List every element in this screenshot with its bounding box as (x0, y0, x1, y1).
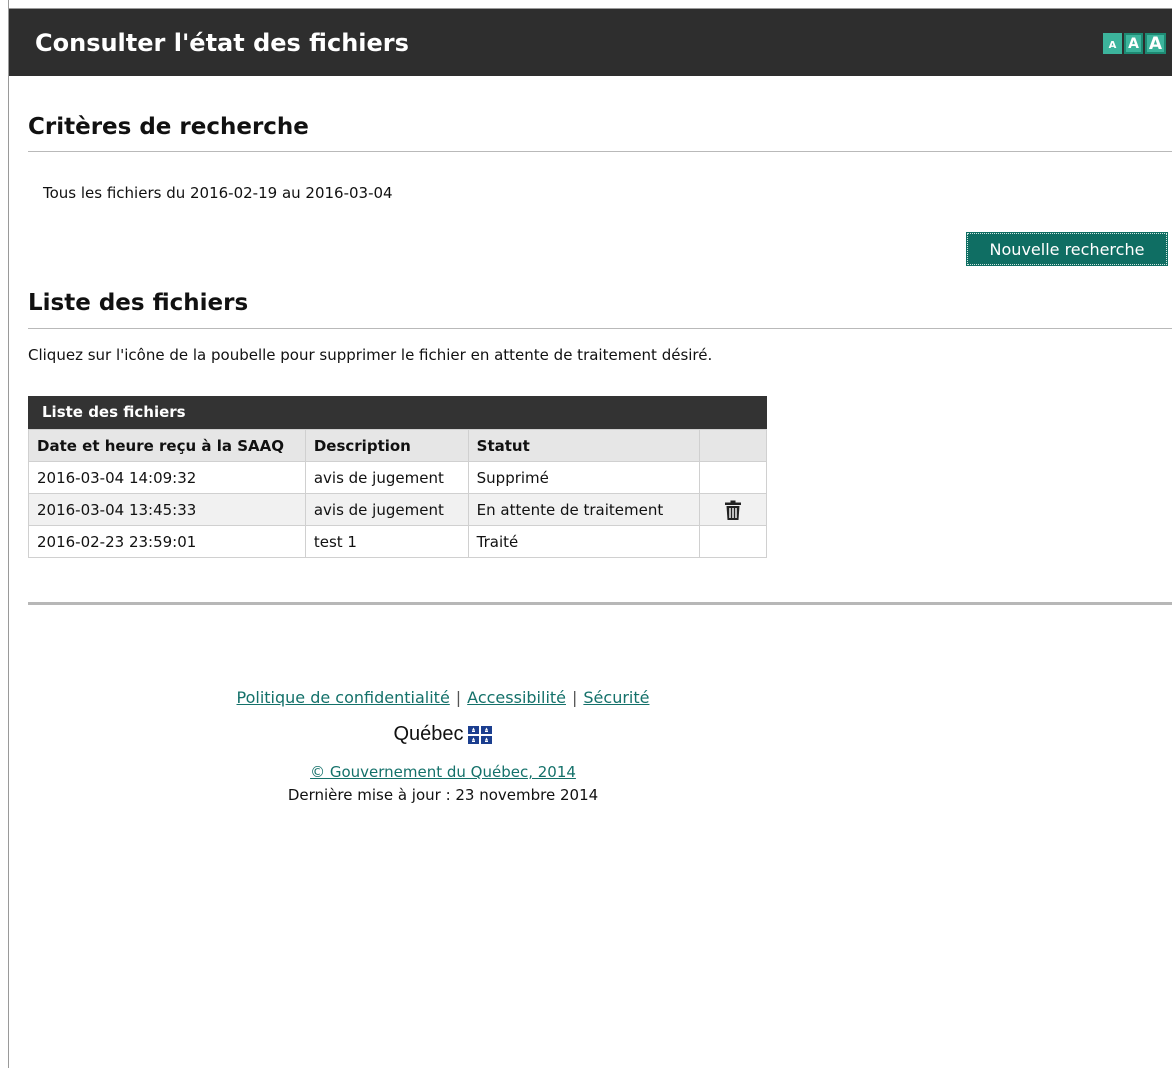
font-size-medium-button[interactable]: A (1124, 33, 1143, 54)
cell-description: test 1 (304, 525, 469, 558)
cell-description: avis de jugement (304, 461, 469, 494)
font-size-small-button[interactable]: A (1103, 33, 1122, 54)
column-header-description: Description (304, 429, 469, 462)
footer-divider (28, 602, 1172, 605)
criteria-heading: Critères de recherche (28, 114, 309, 140)
cell-date: 2016-03-04 14:09:32 (28, 461, 306, 494)
column-header-status: Statut (467, 429, 701, 462)
cell-date: 2016-03-04 13:45:33 (28, 493, 306, 526)
copyright: © Gouvernement du Québec, 2014 (0, 763, 886, 781)
cell-date: 2016-02-23 23:59:01 (28, 525, 306, 558)
column-header-action (699, 429, 767, 462)
files-table: Liste des fichiers Date et heure reçu à … (28, 396, 767, 558)
trash-icon[interactable] (725, 500, 742, 520)
quebec-logo-text: Québec (393, 723, 464, 745)
table-row: 2016-03-04 13:45:33 avis de jugement En … (28, 493, 767, 526)
files-instructions: Cliquez sur l'icône de la poubelle pour … (28, 346, 713, 364)
privacy-policy-link[interactable]: Politique de confidentialité (237, 688, 450, 707)
table-caption: Liste des fichiers (28, 396, 767, 429)
last-updated: Dernière mise à jour : 23 novembre 2014 (287, 786, 599, 804)
criteria-summary: Tous les fichiers du 2016-02-19 au 2016-… (43, 184, 393, 202)
column-header-date: Date et heure reçu à la SAAQ (28, 429, 306, 462)
criteria-divider (28, 151, 1172, 152)
link-separator: | (455, 688, 462, 707)
window-left-border (8, 0, 9, 1068)
copyright-link[interactable]: © Gouvernement du Québec, 2014 (310, 763, 576, 781)
footer-links: Politique de confidentialité | Accessibili… (0, 688, 886, 707)
files-heading: Liste des fichiers (28, 290, 249, 316)
cell-status: En attente de traitement (467, 493, 701, 526)
cell-action (699, 525, 767, 558)
cell-action (699, 493, 767, 526)
table-header-row: Date et heure reçu à la SAAQ Description… (28, 429, 767, 462)
security-link[interactable]: Sécurité (583, 688, 649, 707)
quebec-flag-icon (466, 724, 493, 745)
font-size-controls: A A A (1103, 33, 1166, 54)
cell-description: avis de jugement (304, 493, 469, 526)
table-row: 2016-03-04 14:09:32 avis de jugement Sup… (28, 461, 767, 494)
cell-status: Supprimé (467, 461, 701, 494)
link-separator: | (572, 688, 578, 707)
cell-status: Traité (467, 525, 701, 558)
files-divider (28, 328, 1172, 329)
cell-action (699, 461, 767, 494)
table-row: 2016-02-23 23:59:01 test 1 Traité (28, 525, 767, 558)
new-search-button[interactable]: Nouvelle recherche (966, 232, 1168, 266)
quebec-logo: Québec (0, 723, 886, 746)
accessibility-link[interactable]: Accessibilité (467, 688, 566, 707)
page-header: Consulter l'état des fichiers A A A (9, 9, 1172, 76)
font-size-large-button[interactable]: A (1145, 33, 1166, 54)
page-title: Consulter l'état des fichiers (35, 29, 409, 57)
